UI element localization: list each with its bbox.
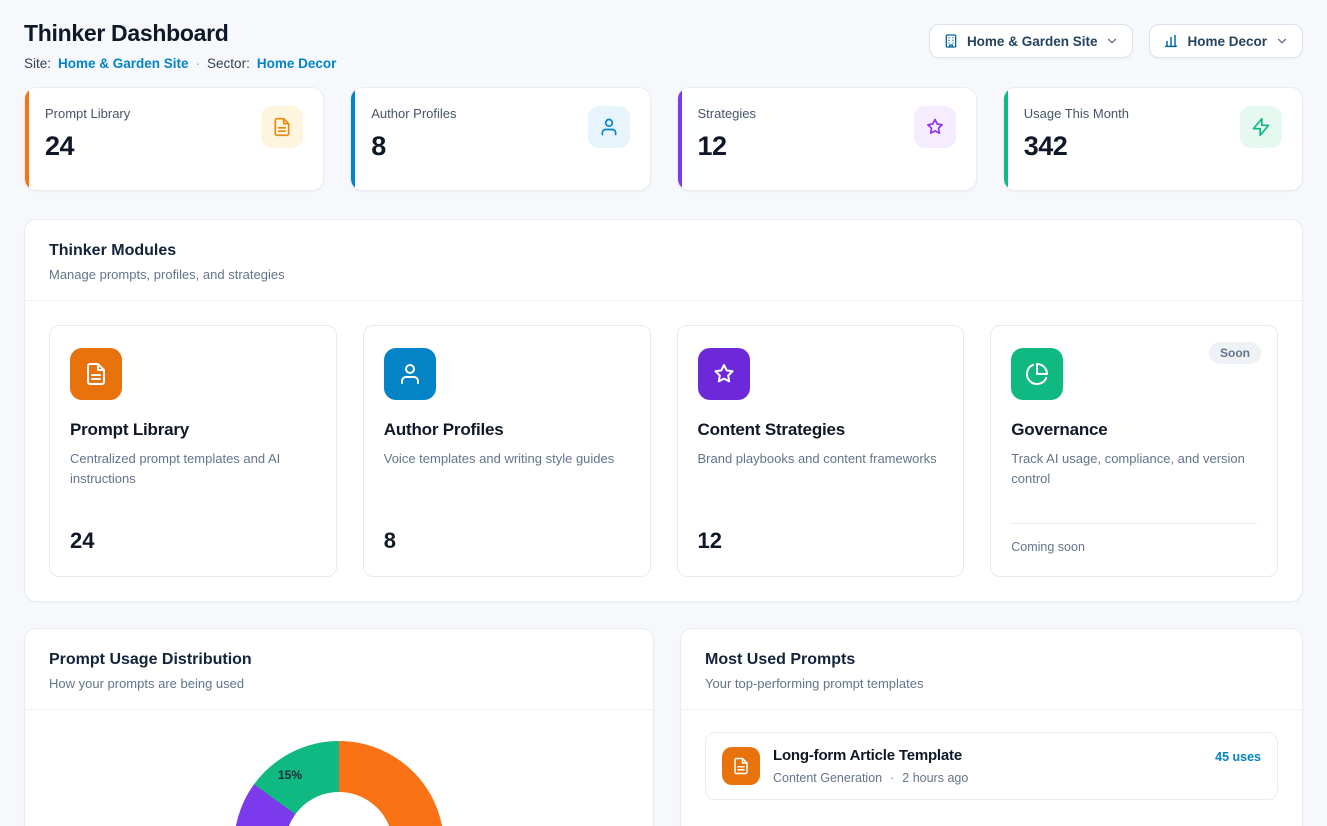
stat-value: 24 bbox=[45, 131, 130, 162]
usage-subtitle: How your prompts are being used bbox=[49, 676, 629, 691]
thinker-modules-panel: Thinker Modules Manage prompts, profiles… bbox=[24, 219, 1303, 602]
stat-label: Author Profiles bbox=[371, 106, 456, 121]
page-header: Thinker Dashboard Site: Home & Garden Si… bbox=[24, 20, 1303, 71]
stat-card-usage: Usage This Month 342 bbox=[1003, 87, 1303, 191]
sector-label: Sector: bbox=[207, 56, 250, 71]
stat-text: Author Profiles 8 bbox=[371, 106, 456, 172]
sector-selector-label: Home Decor bbox=[1187, 34, 1267, 49]
module-card-governance[interactable]: Soon Governance Track AI usage, complian… bbox=[990, 325, 1278, 577]
stat-value: 342 bbox=[1024, 131, 1129, 162]
donut-data-label: 15% bbox=[278, 768, 302, 782]
building-icon bbox=[943, 33, 959, 49]
module-title: Content Strategies bbox=[698, 420, 944, 440]
stat-text: Prompt Library 24 bbox=[45, 106, 130, 172]
stat-text: Usage This Month 342 bbox=[1024, 106, 1129, 172]
site-selector-button[interactable]: Home & Garden Site bbox=[929, 24, 1134, 58]
usage-distribution-panel: Prompt Usage Distribution How your promp… bbox=[24, 628, 654, 826]
site-label: Site: bbox=[24, 56, 51, 71]
stat-text: Strategies 12 bbox=[698, 106, 757, 172]
list-item[interactable]: Long-form Article Template Content Gener… bbox=[705, 732, 1278, 800]
file-text-icon bbox=[70, 348, 122, 400]
usage-title: Prompt Usage Distribution bbox=[49, 651, 629, 669]
prompt-uses-badge: 45 uses bbox=[1215, 747, 1261, 764]
module-description: Voice templates and writing style guides bbox=[384, 449, 630, 469]
site-link[interactable]: Home & Garden Site bbox=[58, 56, 189, 71]
prompts-title: Most Used Prompts bbox=[705, 651, 1278, 669]
prompt-time: 2 hours ago bbox=[902, 771, 968, 785]
module-card-author-profiles[interactable]: Author Profiles Voice templates and writ… bbox=[363, 325, 651, 577]
file-text-icon bbox=[261, 106, 303, 148]
module-value: 24 bbox=[70, 528, 316, 554]
module-value: 12 bbox=[698, 528, 944, 554]
modules-grid: Prompt Library Centralized prompt templa… bbox=[25, 301, 1302, 601]
chevron-down-icon bbox=[1275, 34, 1289, 48]
prompts-header: Most Used Prompts Your top-performing pr… bbox=[681, 629, 1302, 710]
zap-icon bbox=[1240, 106, 1282, 148]
page-title: Thinker Dashboard bbox=[24, 20, 336, 47]
modules-header: Thinker Modules Manage prompts, profiles… bbox=[25, 220, 1302, 301]
module-title: Governance bbox=[1011, 420, 1257, 440]
module-card-prompt-library[interactable]: Prompt Library Centralized prompt templa… bbox=[49, 325, 337, 577]
chevron-down-icon bbox=[1105, 34, 1119, 48]
stat-value: 8 bbox=[371, 131, 456, 162]
module-footer: 24 bbox=[70, 528, 316, 554]
prompt-item-title: Long-form Article Template bbox=[773, 747, 968, 764]
modules-title: Thinker Modules bbox=[49, 242, 1278, 260]
divider bbox=[1011, 523, 1257, 524]
usage-chart-area: 15% bbox=[25, 741, 653, 826]
bar-chart-icon bbox=[1163, 33, 1179, 49]
module-description: Track AI usage, compliance, and version … bbox=[1011, 449, 1257, 489]
header-actions: Home & Garden Site Home Decor bbox=[929, 24, 1303, 58]
usage-header: Prompt Usage Distribution How your promp… bbox=[25, 629, 653, 710]
bottom-row: Prompt Usage Distribution How your promp… bbox=[24, 628, 1303, 826]
module-title: Prompt Library bbox=[70, 420, 316, 440]
most-used-prompts-panel: Most Used Prompts Your top-performing pr… bbox=[680, 628, 1303, 826]
pie-chart-icon bbox=[1011, 348, 1063, 400]
dashboard-page: Thinker Dashboard Site: Home & Garden Si… bbox=[0, 0, 1327, 826]
coming-soon-text: Coming soon bbox=[1011, 540, 1257, 554]
file-text-icon bbox=[722, 747, 760, 785]
user-icon bbox=[588, 106, 630, 148]
module-footer: Coming soon bbox=[1011, 523, 1257, 554]
stat-value: 12 bbox=[698, 131, 757, 162]
module-value: 8 bbox=[384, 528, 630, 554]
prompt-item-meta: Content Generation · 2 hours ago bbox=[773, 771, 968, 785]
breadcrumb: Site: Home & Garden Site · Sector: Home … bbox=[24, 56, 336, 71]
user-icon bbox=[384, 348, 436, 400]
module-description: Brand playbooks and content frameworks bbox=[698, 449, 944, 469]
prompt-item-text: Long-form Article Template Content Gener… bbox=[773, 747, 968, 785]
prompts-list: Long-form Article Template Content Gener… bbox=[681, 710, 1302, 822]
modules-subtitle: Manage prompts, profiles, and strategies bbox=[49, 267, 1278, 282]
prompts-subtitle: Your top-performing prompt templates bbox=[705, 676, 1278, 691]
stat-label: Usage This Month bbox=[1024, 106, 1129, 121]
sector-link[interactable]: Home Decor bbox=[257, 56, 337, 71]
stat-label: Prompt Library bbox=[45, 106, 130, 121]
sparkle-star-icon bbox=[914, 106, 956, 148]
stat-card-strategies: Strategies 12 bbox=[677, 87, 977, 191]
site-selector-label: Home & Garden Site bbox=[967, 34, 1098, 49]
stat-card-author-profiles: Author Profiles 8 bbox=[350, 87, 650, 191]
sector-selector-button[interactable]: Home Decor bbox=[1149, 24, 1303, 58]
stats-row: Prompt Library 24 Author Profiles 8 Stra… bbox=[24, 87, 1303, 191]
module-card-content-strategies[interactable]: Content Strategies Brand playbooks and c… bbox=[677, 325, 965, 577]
separator-dot: · bbox=[890, 771, 894, 785]
donut-chart: 15% bbox=[234, 741, 444, 826]
module-title: Author Profiles bbox=[384, 420, 630, 440]
stat-card-prompt-library: Prompt Library 24 bbox=[24, 87, 324, 191]
stat-label: Strategies bbox=[698, 106, 757, 121]
prompt-category: Content Generation bbox=[773, 771, 882, 785]
module-footer: 8 bbox=[384, 528, 630, 554]
soon-badge: Soon bbox=[1209, 342, 1261, 364]
separator-dot: · bbox=[196, 56, 201, 71]
header-left: Thinker Dashboard Site: Home & Garden Si… bbox=[24, 20, 336, 71]
sparkle-star-icon bbox=[698, 348, 750, 400]
module-footer: 12 bbox=[698, 528, 944, 554]
module-description: Centralized prompt templates and AI inst… bbox=[70, 449, 316, 489]
